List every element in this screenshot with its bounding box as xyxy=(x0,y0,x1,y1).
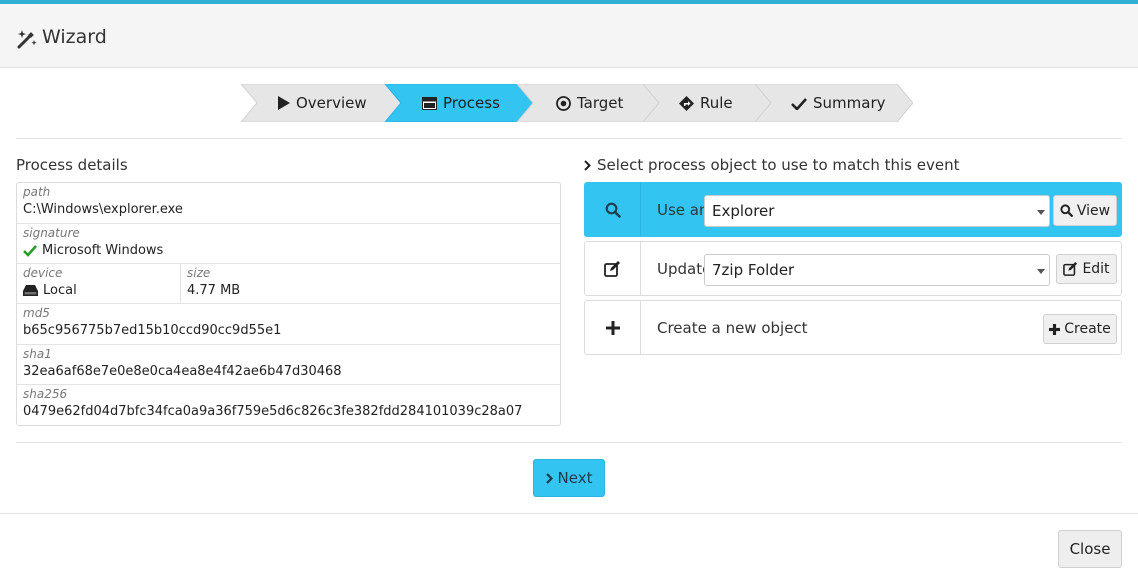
option-create-new[interactable]: Create a new object Create xyxy=(584,300,1122,355)
option-icon-cell xyxy=(585,183,641,236)
select-value: 7zip Folder xyxy=(712,261,795,279)
button-label: Create xyxy=(1064,321,1111,337)
checkmark-icon xyxy=(23,244,37,257)
existing-object-select[interactable]: Explorer xyxy=(704,195,1050,227)
option-use-existing[interactable]: Use an Explorer View xyxy=(584,182,1122,237)
sha256-value: 0479e62fd04d7bfc34fca0a9a36f759e5d6c826c… xyxy=(23,404,523,419)
device-cell: device Local xyxy=(17,264,181,303)
option-update-existing[interactable]: Update 7zip Folder Edit xyxy=(584,241,1122,296)
detail-row-signature: signature Microsoft Windows xyxy=(17,224,560,264)
path-value: C:\Windows\explorer.exe xyxy=(23,202,183,217)
device-value: Local xyxy=(43,283,77,298)
divider xyxy=(16,138,1122,139)
edit-icon xyxy=(604,260,620,277)
wizard-steps: Overview Process Target Rule Summary xyxy=(0,84,1138,122)
caret-down-icon xyxy=(1037,269,1045,274)
button-label: Edit xyxy=(1082,261,1110,277)
button-label: View xyxy=(1076,202,1111,219)
option-icon-cell xyxy=(585,242,641,295)
step-label: Rule xyxy=(700,94,733,112)
md5-value: b65c956775b7ed15b10ccd90cc9d55e1 xyxy=(23,323,282,338)
edit-button[interactable]: Edit xyxy=(1056,254,1117,284)
divider xyxy=(16,442,1122,443)
chevron-right-icon xyxy=(545,472,553,484)
step-label: Process xyxy=(443,94,500,112)
close-button[interactable]: Close xyxy=(1058,530,1122,568)
checkmark-icon xyxy=(791,97,807,110)
detail-label: sha256 xyxy=(23,387,68,401)
step-label: Target xyxy=(577,94,624,112)
option-text: Create a new object xyxy=(657,318,808,337)
search-icon xyxy=(1060,204,1073,217)
window-icon xyxy=(422,96,437,110)
detail-label: device xyxy=(23,266,63,280)
detail-row-path: path C:\Windows\explorer.exe xyxy=(17,183,560,224)
step-target[interactable]: Target xyxy=(517,84,659,122)
detail-label: signature xyxy=(23,226,80,240)
step-rule[interactable]: Rule xyxy=(643,84,771,122)
select-value: Explorer xyxy=(712,202,775,220)
plus-icon xyxy=(605,320,620,335)
detail-label: size xyxy=(187,266,211,280)
chevron-right-icon xyxy=(584,159,591,171)
window-title: Wizard xyxy=(42,26,107,48)
detail-label: sha1 xyxy=(23,347,52,361)
process-details-table: path C:\Windows\explorer.exe signature M… xyxy=(16,182,561,426)
select-object-title: Select process object to use to match th… xyxy=(584,156,959,174)
button-label: Close xyxy=(1069,540,1111,558)
select-object-title-text: Select process object to use to match th… xyxy=(597,156,960,174)
next-button[interactable]: Next xyxy=(533,459,605,497)
window-header: Wizard xyxy=(0,4,1138,68)
detail-label: md5 xyxy=(23,306,50,320)
caret-down-icon xyxy=(1037,210,1045,215)
drive-icon xyxy=(23,285,38,296)
size-cell: size 4.77 MB xyxy=(181,264,560,303)
view-button[interactable]: View xyxy=(1053,195,1117,226)
detail-row-md5: md5 b65c956775b7ed15b10ccd90cc9d55e1 xyxy=(17,304,560,345)
detail-row-sha256: sha256 0479e62fd04d7bfc34fca0a9a36f759e5… xyxy=(17,385,560,425)
process-details-title: Process details xyxy=(16,156,128,174)
step-overview[interactable]: Overview xyxy=(241,84,401,122)
step-summary[interactable]: Summary xyxy=(755,84,913,122)
step-label: Overview xyxy=(296,94,367,112)
option-icon-cell xyxy=(585,301,641,354)
option-text: Use an xyxy=(657,200,709,219)
step-process[interactable]: Process xyxy=(385,84,533,122)
sha1-value: 32ea6af68e7e0e8e0ca4ea8e4f42ae6b47d30468 xyxy=(23,364,342,379)
signature-value: Microsoft Windows xyxy=(42,243,164,258)
device-value-wrap: Local xyxy=(23,283,77,298)
update-object-select[interactable]: 7zip Folder xyxy=(704,254,1050,286)
button-label: Next xyxy=(557,469,593,487)
detail-row-device-size: device Local size 4.77 MB xyxy=(17,264,560,304)
edit-icon xyxy=(1063,262,1078,276)
size-value: 4.77 MB xyxy=(187,283,241,298)
divider xyxy=(0,513,1138,514)
search-icon xyxy=(605,202,621,218)
play-icon xyxy=(278,96,290,110)
create-button[interactable]: Create xyxy=(1043,314,1117,344)
detail-label: path xyxy=(23,185,51,199)
signature-value-wrap: Microsoft Windows xyxy=(23,243,163,258)
detail-row-sha1: sha1 32ea6af68e7e0e8e0ca4ea8e4f42ae6b47d… xyxy=(17,345,560,385)
magic-wand-icon xyxy=(17,30,37,49)
diamond-arrow-icon xyxy=(679,95,694,111)
step-label: Summary xyxy=(813,94,886,112)
target-icon xyxy=(556,95,571,111)
plus-icon xyxy=(1049,323,1061,335)
